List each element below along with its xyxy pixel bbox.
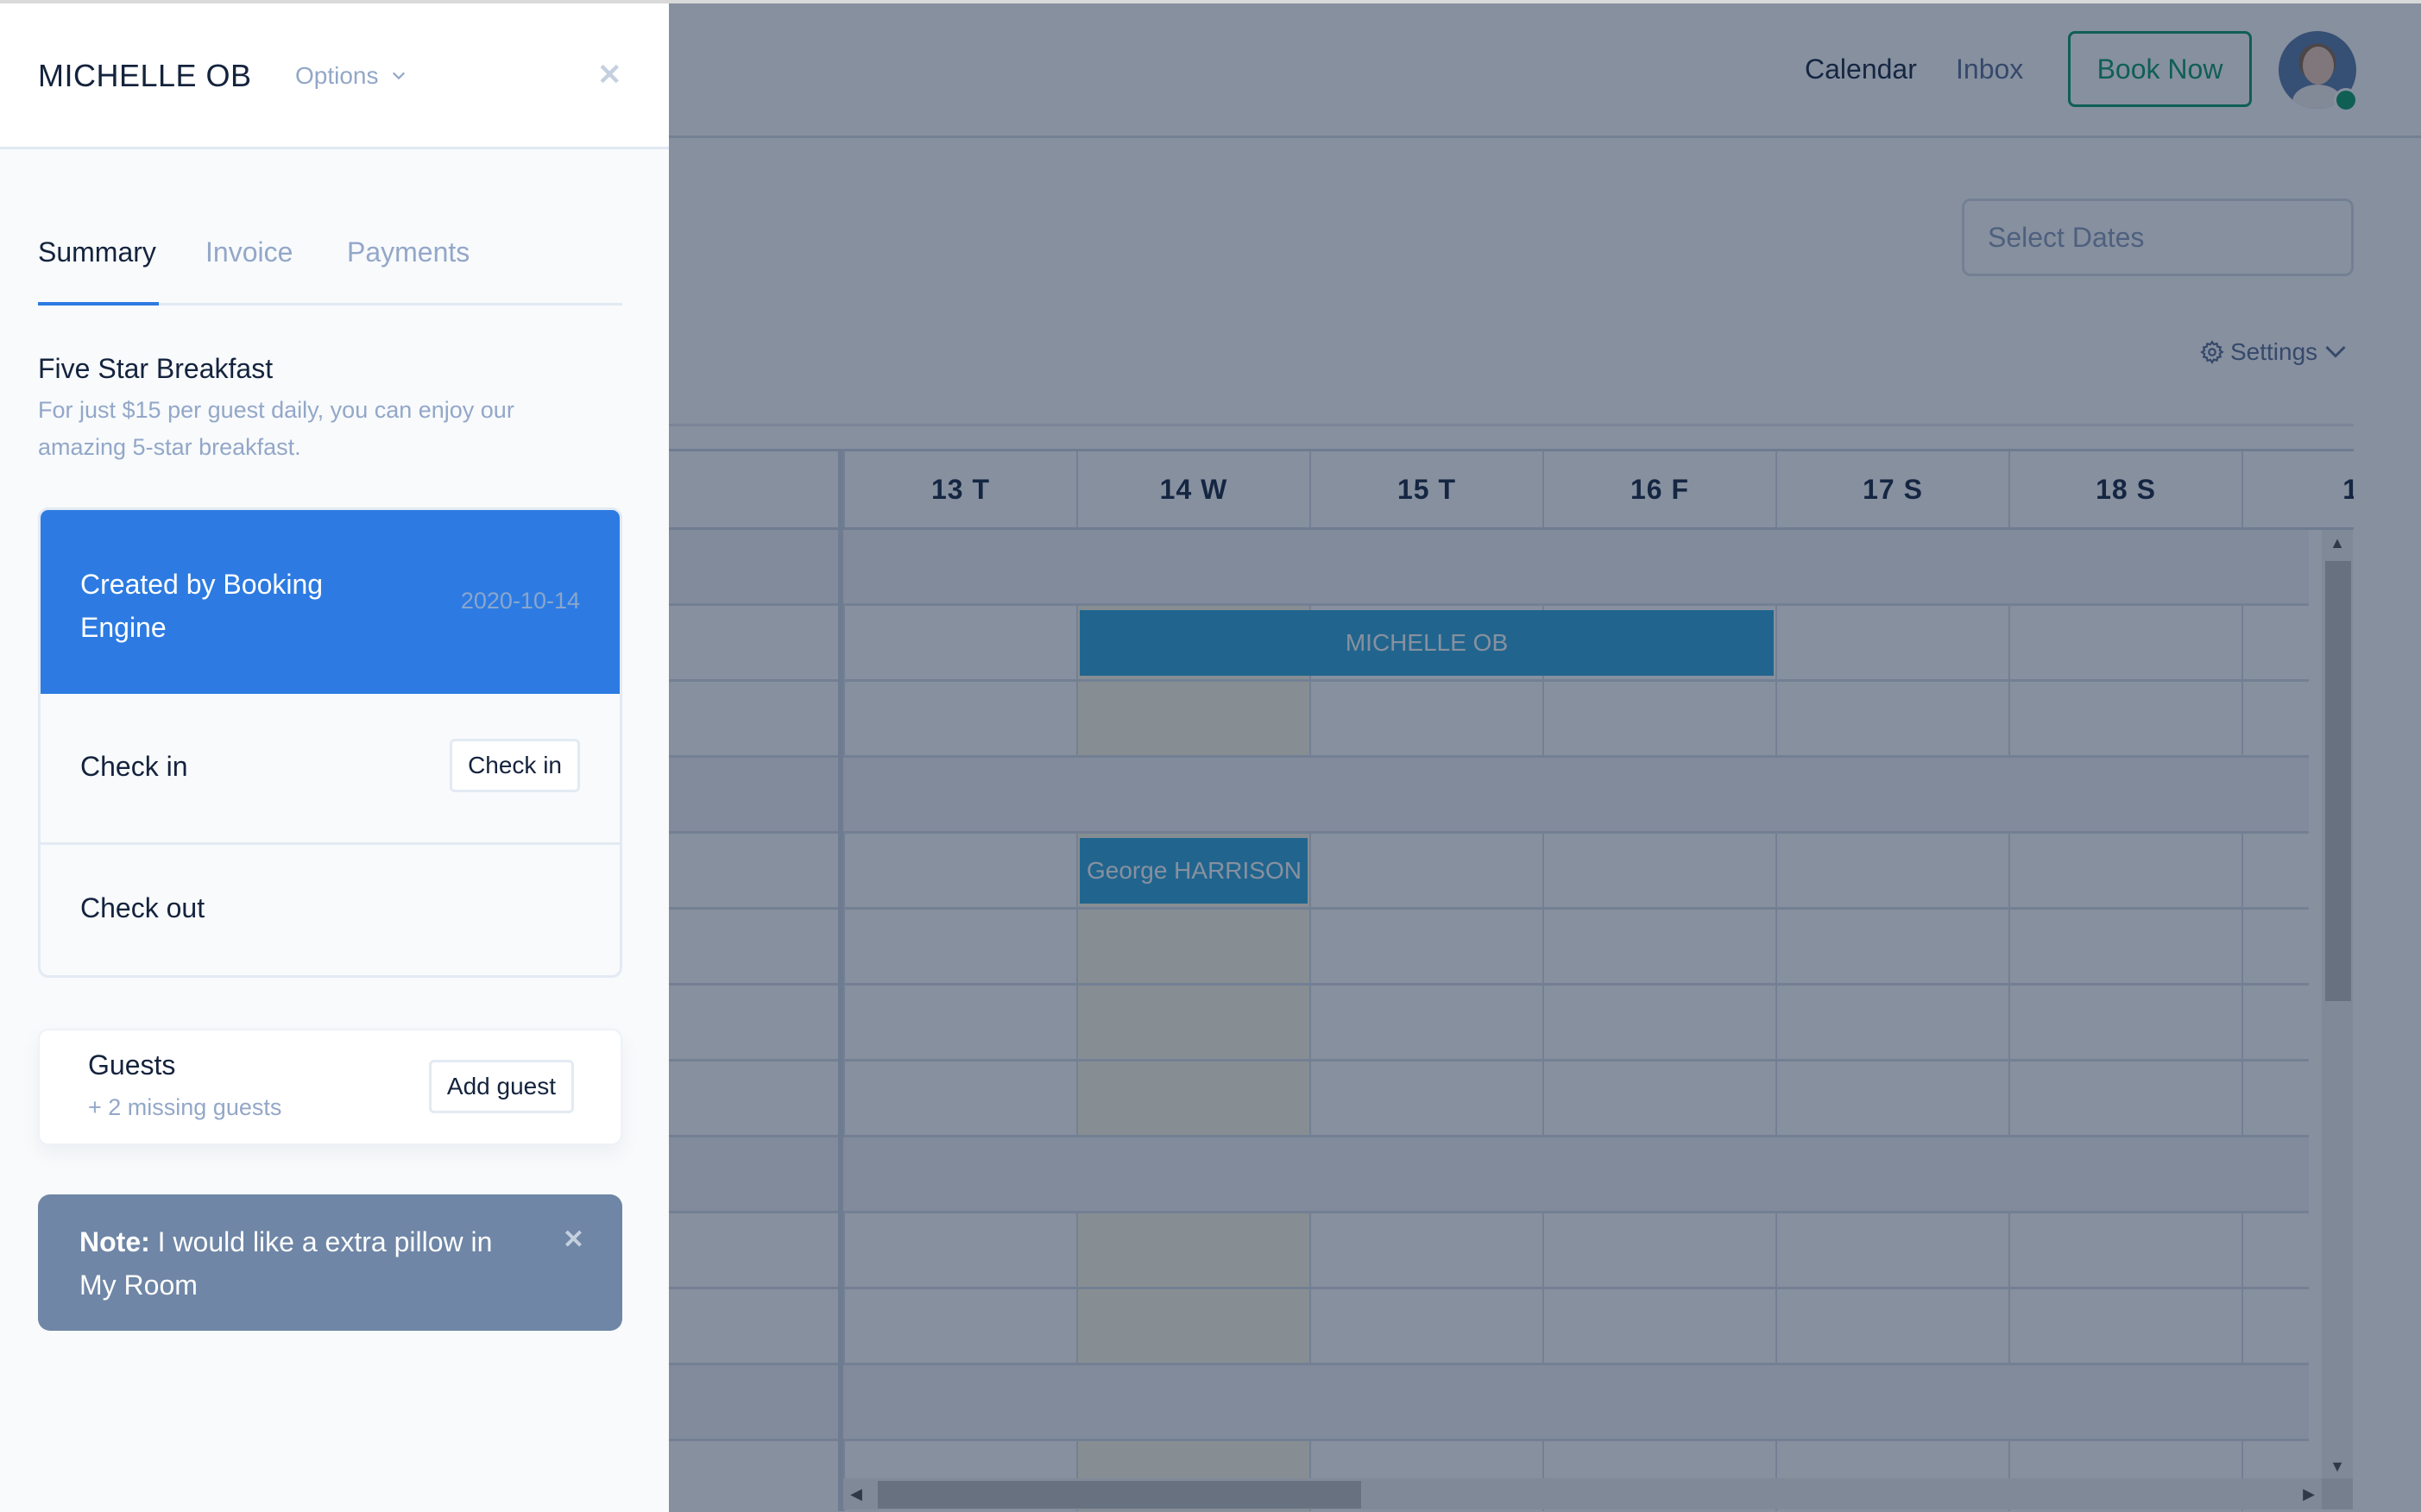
add-guest-button[interactable]: Add guest [428,1060,574,1113]
tab-payments[interactable]: Payments [347,236,470,268]
panel-header: MICHELLE OB Options ✕ [0,3,669,149]
check-in-row: Check in Check in [41,694,620,845]
promo-description: For just $15 per guest daily, you can en… [38,397,514,460]
guest-note-card: Note: I would like a extra pillow in My … [38,1194,622,1331]
check-in-button[interactable]: Check in [450,739,580,792]
check-out-row: Check out [41,845,620,975]
tab-invoice[interactable]: Invoice [205,236,293,268]
check-in-label: Check in [80,751,188,782]
guests-card: Guests + 2 missing guests Add guest [38,1029,622,1145]
created-by-label: Created by Booking Engine [80,569,324,643]
reservation-status-card: Created by Booking Engine 2020-10-14 Che… [38,507,622,978]
booking-source-banner: Created by Booking Engine 2020-10-14 [41,510,620,694]
missing-guests-text: + 2 missing guests [88,1094,282,1120]
options-label: Options [295,62,379,89]
close-panel-icon[interactable]: ✕ [597,60,622,90]
options-dropdown[interactable]: Options [295,62,407,90]
chevron-down-icon [392,72,405,80]
tab-summary[interactable]: Summary [38,236,156,268]
window-top-edge [0,0,2421,3]
modal-backdrop[interactable] [669,3,2421,1512]
reservation-side-panel: MICHELLE OB Options ✕ Summary Invoice Pa… [0,3,669,1512]
guests-title: Guests [88,1049,176,1080]
note-prefix: Note: [79,1226,150,1257]
note-text: Note: I would like a extra pillow in My … [79,1220,528,1307]
dismiss-note-icon[interactable]: ✕ [563,1227,584,1253]
panel-tabs: Summary Invoice Payments [38,230,622,306]
promo-title: Five Star Breakfast [38,353,274,384]
guest-name-title: MICHELLE OB [38,58,252,93]
check-out-label: Check out [80,892,205,923]
created-date: 2020-10-14 [460,588,580,614]
active-tab-indicator [38,302,159,306]
